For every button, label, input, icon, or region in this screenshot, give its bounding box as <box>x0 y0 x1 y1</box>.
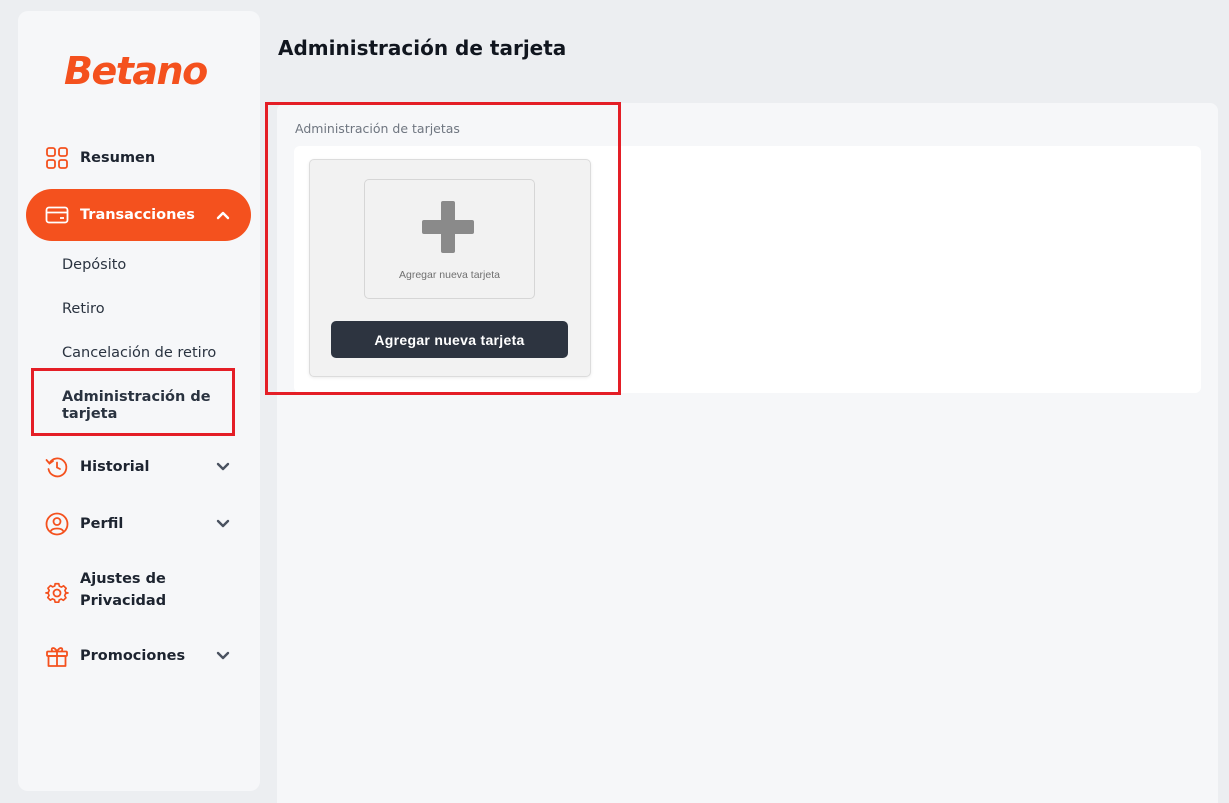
user-icon <box>44 511 70 537</box>
sidebar-item-label: Resumen <box>80 150 156 166</box>
sidebar-item-label: Transacciones <box>80 207 195 223</box>
sidebar-item-label: Ajustes de Privacidad <box>80 571 167 609</box>
sidebar-item-label: Promociones <box>80 648 186 664</box>
sidebar-item-perfil[interactable]: Perfil <box>26 498 251 550</box>
chevron-up-icon[interactable] <box>215 207 231 223</box>
section-label: Administración de tarjetas <box>295 121 460 136</box>
sidebar-subitem-cancelacion-retiro[interactable]: Cancelación de retiro <box>62 345 216 361</box>
gear-icon <box>44 580 70 606</box>
grid-icon <box>44 145 70 171</box>
chevron-down-icon[interactable] <box>215 648 231 664</box>
sidebar-subitem-administracion-tarjeta[interactable]: Administración de tarjeta <box>62 389 212 423</box>
chevron-down-icon[interactable] <box>215 516 231 532</box>
sidebar-item-ajustes-privacidad[interactable]: Ajustes de Privacidad <box>26 564 251 616</box>
cards-panel: Agregar nueva tarjeta Agregar nueva tarj… <box>294 146 1201 393</box>
add-card-box: Agregar nueva tarjeta Agregar nueva tarj… <box>309 159 591 377</box>
sidebar-subitem-deposito[interactable]: Depósito <box>62 257 126 273</box>
betano-logo[interactable]: Betano <box>64 49 208 93</box>
add-card-tile-label: Agregar nueva tarjeta <box>399 269 500 281</box>
add-card-button[interactable]: Agregar nueva tarjeta <box>331 321 568 358</box>
sidebar-subitem-retiro[interactable]: Retiro <box>62 301 105 317</box>
sidebar-item-resumen[interactable]: Resumen <box>26 132 251 184</box>
sidebar-item-historial[interactable]: Historial <box>26 441 251 493</box>
credit-card-icon <box>44 202 70 228</box>
sidebar-item-label: Historial <box>80 459 150 475</box>
sidebar-item-label: Perfil <box>80 516 124 532</box>
chevron-down-icon[interactable] <box>215 459 231 475</box>
history-icon <box>44 454 70 480</box>
sidebar-item-transacciones[interactable]: Transacciones <box>26 189 251 241</box>
plus-icon <box>422 201 474 253</box>
gift-icon <box>44 643 70 669</box>
add-card-tile[interactable]: Agregar nueva tarjeta <box>364 179 535 299</box>
main-content: Administración de tarjetas Agregar nueva… <box>277 103 1218 803</box>
page-title: Administración de tarjeta <box>278 36 567 60</box>
sidebar: Betano Resumen Transacciones Depósito Re… <box>18 11 260 791</box>
sidebar-item-promociones[interactable]: Promociones <box>26 630 251 682</box>
